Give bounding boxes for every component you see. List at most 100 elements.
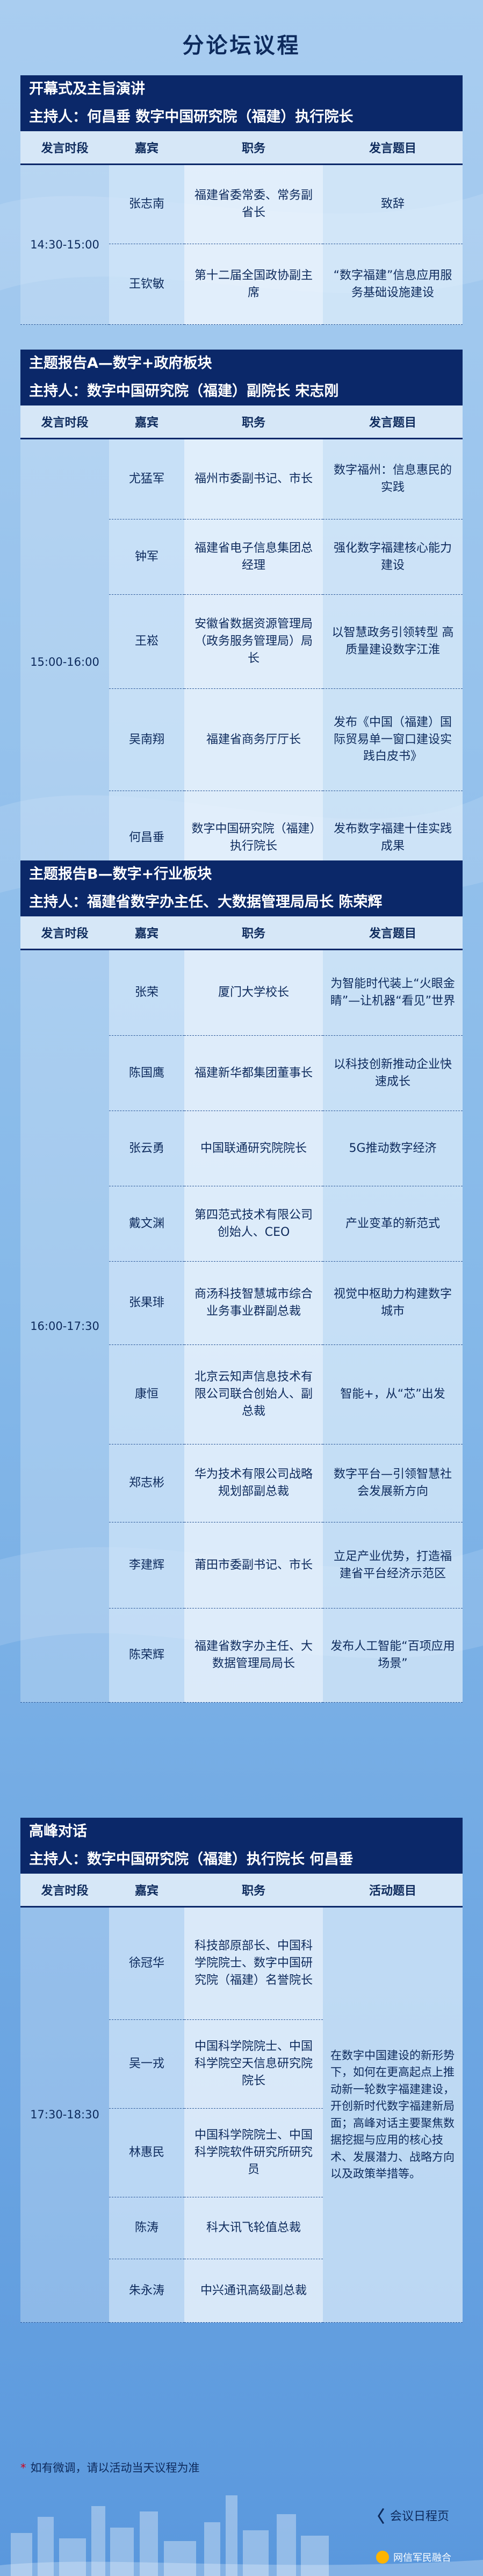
section-host: 主持人：何昌垂 数字中国研究院（福建）执行院长	[29, 109, 354, 125]
guest-name: 钟军	[109, 519, 184, 595]
section-title: 主题报告A—数字+政府板块	[29, 355, 212, 372]
guest-title: 中兴通讯高级副总裁	[184, 2259, 323, 2323]
table-header-row: 发言时段 嘉宾 职务 发言题目	[20, 131, 463, 165]
guest-title: 中国科学院院士、中国科学院软件研究所研究员	[184, 2108, 323, 2197]
agenda-table: 发言时段 嘉宾 职务 发言题目 16:00-17:30 张荣 厦门大学校长 为智…	[20, 916, 463, 1703]
guest-title: 福州市委副书记、市长	[184, 438, 323, 520]
table-row: 16:00-17:30 张荣 厦门大学校长 为智能时代装上“火眼金睛”—让机器“…	[20, 949, 463, 1703]
speech-topic: 数字福州：信息惠民的实践	[323, 438, 463, 520]
section-header: 开幕式及主旨演讲 主持人：何昌垂 数字中国研究院（福建）执行院长	[20, 75, 463, 131]
return-to-schedule-link[interactable]: 〈 会议日程页	[369, 2503, 449, 2527]
guest-name: 吴南翔	[109, 688, 184, 791]
guest-title: 厦门大学校长	[184, 949, 323, 1036]
col-header-time: 发言时段	[20, 1874, 109, 1908]
col-header-guest: 嘉宾	[109, 916, 184, 950]
speech-topic: 产业变革的新范式	[323, 1186, 463, 1262]
time-slot: 16:00-17:30	[20, 949, 109, 1703]
guest-name: 李建辉	[109, 1522, 184, 1609]
section-opening: 开幕式及主旨演讲 主持人：何昌垂 数字中国研究院（福建）执行院长 发言时段 嘉宾…	[20, 75, 463, 325]
guest-name: 张云勇	[109, 1111, 184, 1186]
guest-name: 张荣	[109, 949, 184, 1036]
col-header-time: 发言时段	[20, 131, 109, 165]
guest-title: 华为技术有限公司战略规划部副总裁	[184, 1444, 323, 1522]
guest-title: 福建省电子信息集团总经理	[184, 519, 323, 595]
section-title: 高峰对话	[29, 1823, 87, 1840]
agenda-table: 发言时段 嘉宾 职务 活动题目 17:30-18:30 徐冠华 科技部原部长、中…	[20, 1874, 463, 2323]
guest-title: 中国联通研究院院长	[184, 1111, 323, 1186]
guest-title: 福建省商务厅厅长	[184, 688, 323, 791]
guest-name: 张志南	[109, 164, 184, 244]
watermark: 网信军民融合	[376, 2550, 451, 2564]
speech-topic: 发布《中国（福建）国际贸易单一窗口建设实践白皮书》	[323, 688, 463, 791]
guest-name: 林惠民	[109, 2108, 184, 2197]
speech-topic: 致辞	[323, 164, 463, 244]
speech-topic: 强化数字福建核心能力建设	[323, 519, 463, 595]
col-header-time: 发言时段	[20, 916, 109, 950]
section-host: 主持人：福建省数字办主任、大数据管理局局长 陈荣辉	[29, 894, 383, 910]
guest-name: 康恒	[109, 1344, 184, 1444]
guest-name: 朱永涛	[109, 2259, 184, 2323]
guest-name: 王崧	[109, 594, 184, 689]
guest-name: 陈涛	[109, 2197, 184, 2259]
guest-name: 徐冠华	[109, 1906, 184, 2020]
speech-topic: 视觉中枢助力构建数字城市	[323, 1261, 463, 1345]
table-row: 14:30-15:00 张志南 福建省委常委、常务副省长 致辞	[20, 164, 463, 325]
guest-title: 福建省委常委、常务副省长	[184, 164, 323, 244]
section-host: 主持人：数字中国研究院（福建）副院长 宋志刚	[29, 383, 339, 400]
wechat-account-icon	[376, 2551, 389, 2564]
section-title: 主题报告B—数字+行业板块	[29, 866, 212, 883]
guest-name: 吴一戎	[109, 2019, 184, 2109]
speech-topic: 智能+，从“芯”出发	[323, 1344, 463, 1444]
col-header-topic: 发言题目	[323, 405, 463, 439]
col-header-job: 职务	[184, 916, 323, 950]
guest-title: 福建省数字办主任、大数据管理局局长	[184, 1608, 323, 1703]
activity-topic: 在数字中国建设的新形势下，如何在更高起点上推动新一轮数字福建建设，开创新时代数字…	[323, 1906, 463, 2323]
guest-name: 戴文渊	[109, 1186, 184, 1262]
col-header-guest: 嘉宾	[109, 1874, 184, 1908]
col-header-job: 职务	[184, 405, 323, 439]
guest-name: 郑志彬	[109, 1444, 184, 1522]
guest-title: 科技部原部长、中国科学院院士、数字中国研究院（福建）名誉院长	[184, 1906, 323, 2020]
speech-topic: 立足产业优势，打造福建省平台经济示范区	[323, 1522, 463, 1609]
guest-title: 第十二届全国政协副主席	[184, 244, 323, 325]
guest-title: 第四范式技术有限公司创始人、CEO	[184, 1186, 323, 1262]
section-header: 主题报告B—数字+行业板块 主持人：福建省数字办主任、大数据管理局局长 陈荣辉	[20, 860, 463, 916]
guest-title: 中国科学院院士、中国科学院空天信息研究院院长	[184, 2019, 323, 2109]
guest-name: 陈国鹰	[109, 1035, 184, 1111]
section-header: 高峰对话 主持人：数字中国研究院（福建）执行院长 何昌垂	[20, 1818, 463, 1874]
guest-title: 科大讯飞轮值总裁	[184, 2197, 323, 2259]
agenda-table: 发言时段 嘉宾 职务 发言题目 15:00-16:00 尤猛军 福州市委副书记、…	[20, 405, 463, 885]
table-header-row: 发言时段 嘉宾 职务 发言题目	[20, 405, 463, 439]
guest-name: 张果琲	[109, 1261, 184, 1345]
footnote-text: 如有微调，请以活动当天议程为准	[30, 2461, 200, 2474]
section-report-b: 主题报告B—数字+行业板块 主持人：福建省数字办主任、大数据管理局局长 陈荣辉 …	[20, 860, 463, 1703]
section-dialogue: 高峰对话 主持人：数字中国研究院（福建）执行院长 何昌垂 发言时段 嘉宾 职务 …	[20, 1818, 463, 2323]
speech-topic: 数字平台—引领智慧社会发展新方向	[323, 1444, 463, 1522]
return-label: 会议日程页	[390, 2510, 450, 2523]
asterisk-icon: *	[20, 2461, 26, 2474]
speech-topic: 以智慧政务引领转型 高质量建设数字江淮	[323, 594, 463, 689]
section-report-a: 主题报告A—数字+政府板块 主持人：数字中国研究院（福建）副院长 宋志刚 发言时…	[20, 350, 463, 885]
speech-topic: 为智能时代装上“火眼金睛”—让机器“看见”世界	[323, 949, 463, 1036]
table-header-row: 发言时段 嘉宾 职务 活动题目	[20, 1874, 463, 1908]
speech-topic: 发布人工智能“百项应用场景”	[323, 1608, 463, 1703]
col-header-activity: 活动题目	[323, 1874, 463, 1908]
chevron-left-icon: 〈	[369, 2508, 385, 2527]
speech-topic: 5G推动数字经济	[323, 1111, 463, 1186]
agenda-page: 分论坛议程 开幕式及主旨演讲 主持人：何昌垂 数字中国研究院（福建）执行院长 发…	[0, 0, 483, 2576]
guest-name: 王钦敏	[109, 244, 184, 325]
table-row: 15:00-16:00 尤猛军 福州市委副书记、市长 数字福州：信息惠民的实践	[20, 438, 463, 885]
guest-title: 福建新华都集团董事长	[184, 1035, 323, 1111]
col-header-topic: 发言题目	[323, 916, 463, 950]
col-header-guest: 嘉宾	[109, 405, 184, 439]
guest-name: 尤猛军	[109, 438, 184, 520]
speech-topic: 以科技创新推动企业快速成长	[323, 1035, 463, 1111]
section-host: 主持人：数字中国研究院（福建）执行院长 何昌垂	[29, 1851, 354, 1868]
speech-topic: “数字福建”信息应用服务基础设施建设	[323, 244, 463, 325]
col-header-job: 职务	[184, 131, 323, 165]
section-header: 主题报告A—数字+政府板块 主持人：数字中国研究院（福建）副院长 宋志刚	[20, 350, 463, 405]
page-title: 分论坛议程	[182, 33, 301, 58]
col-header-topic: 发言题目	[323, 131, 463, 165]
time-slot: 15:00-16:00	[20, 438, 109, 885]
table-row: 17:30-18:30 徐冠华 科技部原部长、中国科学院院士、数字中国研究院（福…	[20, 1906, 463, 2323]
